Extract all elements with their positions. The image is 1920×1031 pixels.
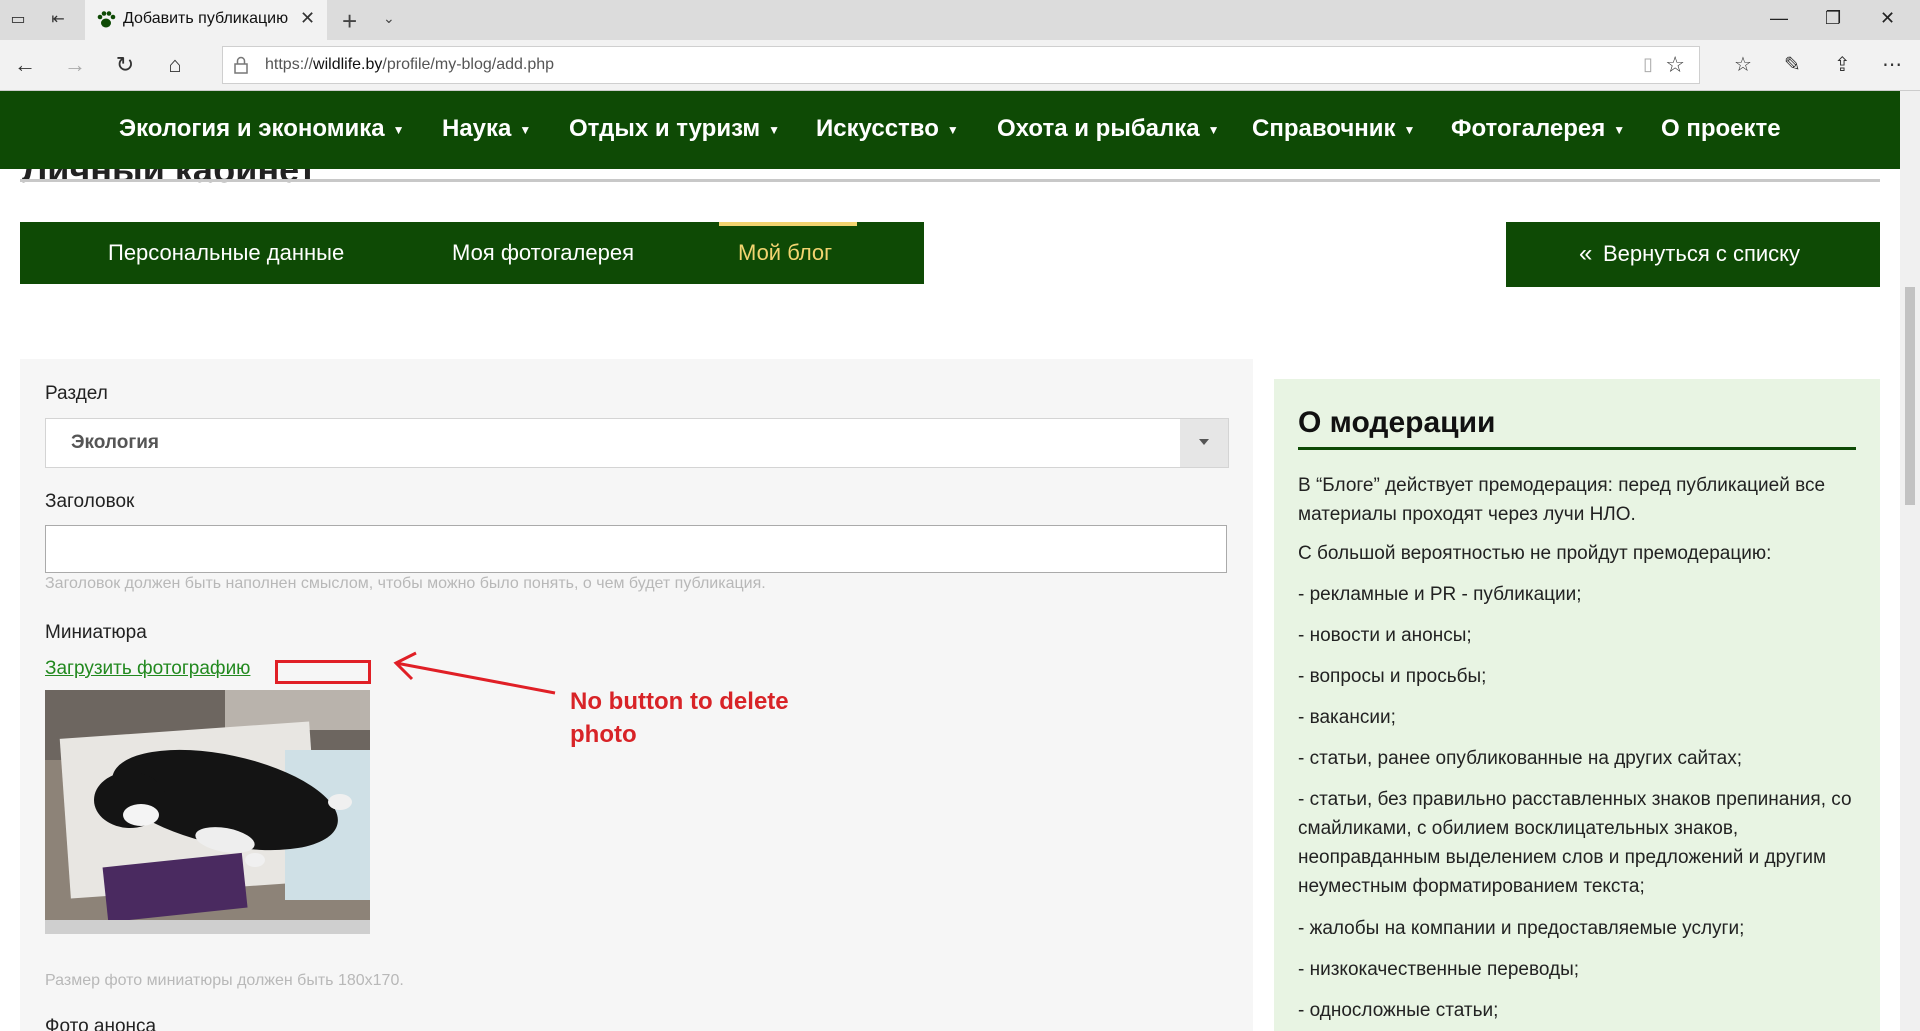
moderation-list-item: - односложные статьи; bbox=[1298, 1000, 1499, 1021]
moderation-list-item: - статьи, ранее опубликованные на других… bbox=[1298, 748, 1742, 769]
moderation-title: О модерации bbox=[1298, 406, 1496, 439]
tab-list-chevron-icon[interactable]: ⌄ bbox=[383, 10, 395, 27]
chevron-down-icon: ▼ bbox=[519, 122, 532, 137]
tab-my-blog[interactable]: Мой блог bbox=[738, 240, 832, 266]
tab-my-gallery[interactable]: Моя фотогалерея bbox=[452, 240, 634, 266]
thumbnail-photo bbox=[45, 690, 370, 934]
close-tab-icon[interactable]: ✕ bbox=[300, 8, 315, 29]
heading-divider bbox=[20, 179, 1880, 182]
refresh-icon[interactable]: ↻ bbox=[112, 52, 138, 78]
chevron-down-icon: ▼ bbox=[1403, 122, 1416, 137]
active-tab-indicator bbox=[719, 222, 857, 226]
chevron-down-icon: ▼ bbox=[392, 122, 405, 137]
pen-icon[interactable]: ✎ bbox=[1784, 52, 1801, 77]
more-icon[interactable]: ⋯ bbox=[1882, 52, 1902, 77]
moderation-list-item: - новости и анонсы; bbox=[1298, 625, 1472, 646]
browser-tab-bar: ▭ ⇤ Добавить публикацию ✕ + ⌄ — ❐ ✕ bbox=[0, 0, 1920, 40]
nav-item-art[interactable]: Искусство ▼ bbox=[816, 115, 959, 143]
nav-item-science[interactable]: Наука ▼ bbox=[442, 115, 531, 143]
moderation-list-item: - статьи, без правильно расставленных зн… bbox=[1298, 789, 1852, 897]
nav-item-reference[interactable]: Справочник ▼ bbox=[1252, 115, 1415, 143]
moderation-list-item: - жалобы на компании и предоставляемые у… bbox=[1298, 918, 1745, 939]
upload-photo-link[interactable]: Загрузить фотографию bbox=[45, 658, 250, 680]
chevron-down-icon bbox=[1199, 439, 1209, 445]
double-chevron-left-icon: « bbox=[1579, 240, 1593, 267]
scrollbar-thumb[interactable] bbox=[1905, 287, 1915, 505]
section-select[interactable]: Экология bbox=[45, 418, 1229, 468]
moderation-title-underline bbox=[1298, 447, 1856, 450]
nav-item-about[interactable]: О проекте bbox=[1661, 115, 1781, 143]
annotation-highlight-box bbox=[275, 660, 371, 684]
home-icon[interactable]: ⌂ bbox=[162, 52, 188, 78]
favorites-icon[interactable]: ☆ bbox=[1734, 52, 1752, 77]
tab-personal-data[interactable]: Персональные данные bbox=[108, 240, 344, 266]
moderation-list-item: - вопросы и просьбы; bbox=[1298, 666, 1487, 687]
moderation-paragraph: С большой вероятностью не пройдут премод… bbox=[1298, 543, 1772, 564]
title-hint: Заголовок должен быть наполнен смыслом, … bbox=[45, 575, 766, 592]
title-input[interactable] bbox=[45, 525, 1227, 573]
moderation-list-item: - рекламные и PR - публикации; bbox=[1298, 584, 1582, 605]
annotation-text: No button to delete photo bbox=[570, 688, 789, 748]
select-toggle[interactable] bbox=[1180, 419, 1228, 467]
back-to-list-label: Вернуться с списку bbox=[1603, 241, 1801, 266]
paw-favicon-icon bbox=[97, 11, 116, 28]
minimize-icon[interactable]: — bbox=[1770, 8, 1788, 29]
browser-tab[interactable]: Добавить публикацию ✕ bbox=[85, 0, 327, 40]
chevron-down-icon: ▼ bbox=[1613, 122, 1626, 137]
page-scrollbar[interactable] bbox=[1900, 91, 1920, 1031]
annotation-arrow-icon bbox=[393, 651, 556, 695]
nav-item-hunting[interactable]: Охота и рыбалка ▼ bbox=[997, 115, 1220, 143]
thumbnail-label: Миниатюра bbox=[45, 622, 147, 643]
close-window-icon[interactable]: ✕ bbox=[1880, 8, 1895, 29]
chevron-down-icon: ▼ bbox=[946, 122, 959, 137]
reading-view-icon[interactable]: ▯ bbox=[1643, 54, 1653, 75]
title-label: Заголовок bbox=[45, 491, 135, 512]
lock-icon bbox=[234, 56, 248, 74]
section-select-value: Экология bbox=[71, 432, 160, 453]
chevron-down-icon: ▼ bbox=[768, 122, 781, 137]
star-icon[interactable]: ☆ bbox=[1665, 52, 1685, 78]
back-to-list-button[interactable]: « Вернуться с списку bbox=[1506, 222, 1880, 287]
main-navigation: Экология и экономика ▼ Наука ▼ Отдых и тур… bbox=[0, 91, 1900, 169]
new-tab-icon[interactable]: + bbox=[342, 6, 357, 37]
section-label: Раздел bbox=[45, 383, 108, 404]
address-bar-row: ← → ↻ ⌂ https://wildlife.by/profile/my-b… bbox=[0, 40, 1920, 91]
announce-photo-label: Фото анонса bbox=[45, 1016, 157, 1031]
address-field[interactable]: https://wildlife.by/profile/my-blog/add.… bbox=[222, 46, 1700, 84]
moderation-paragraph: В “Блоге” действует премодерация: перед … bbox=[1298, 475, 1826, 525]
set-aside-tabs-icon[interactable]: ⇤ bbox=[48, 10, 68, 30]
url-text: https://wildlife.by/profile/my-blog/add.… bbox=[265, 56, 555, 73]
share-icon[interactable]: ⇪ bbox=[1834, 52, 1851, 77]
thumbnail-hint: Размер фото миниатюры должен быть 180х17… bbox=[45, 972, 404, 989]
tab-title: Добавить публикацию bbox=[123, 10, 289, 27]
profile-tabs: Персональные данные Моя фотогалерея Мой … bbox=[20, 222, 924, 284]
nav-item-ecology[interactable]: Экология и экономика ▼ bbox=[119, 115, 404, 143]
moderation-list-item: - низкокачественные переводы; bbox=[1298, 959, 1580, 980]
nav-item-tourism[interactable]: Отдых и туризм ▼ bbox=[569, 115, 780, 143]
back-arrow-icon[interactable]: ← bbox=[12, 52, 38, 78]
forward-arrow-icon[interactable]: → bbox=[62, 52, 88, 78]
moderation-list-item: - вакансии; bbox=[1298, 707, 1396, 728]
restore-icon[interactable]: ❐ bbox=[1825, 8, 1841, 29]
web-page: Личный кабинет Экология и экономика ▼ Нау… bbox=[0, 91, 1900, 1031]
tab-actions-icon[interactable]: ▭ bbox=[8, 10, 28, 30]
nav-item-gallery[interactable]: Фотогалерея ▼ bbox=[1451, 115, 1625, 143]
chevron-down-icon: ▼ bbox=[1207, 122, 1220, 137]
